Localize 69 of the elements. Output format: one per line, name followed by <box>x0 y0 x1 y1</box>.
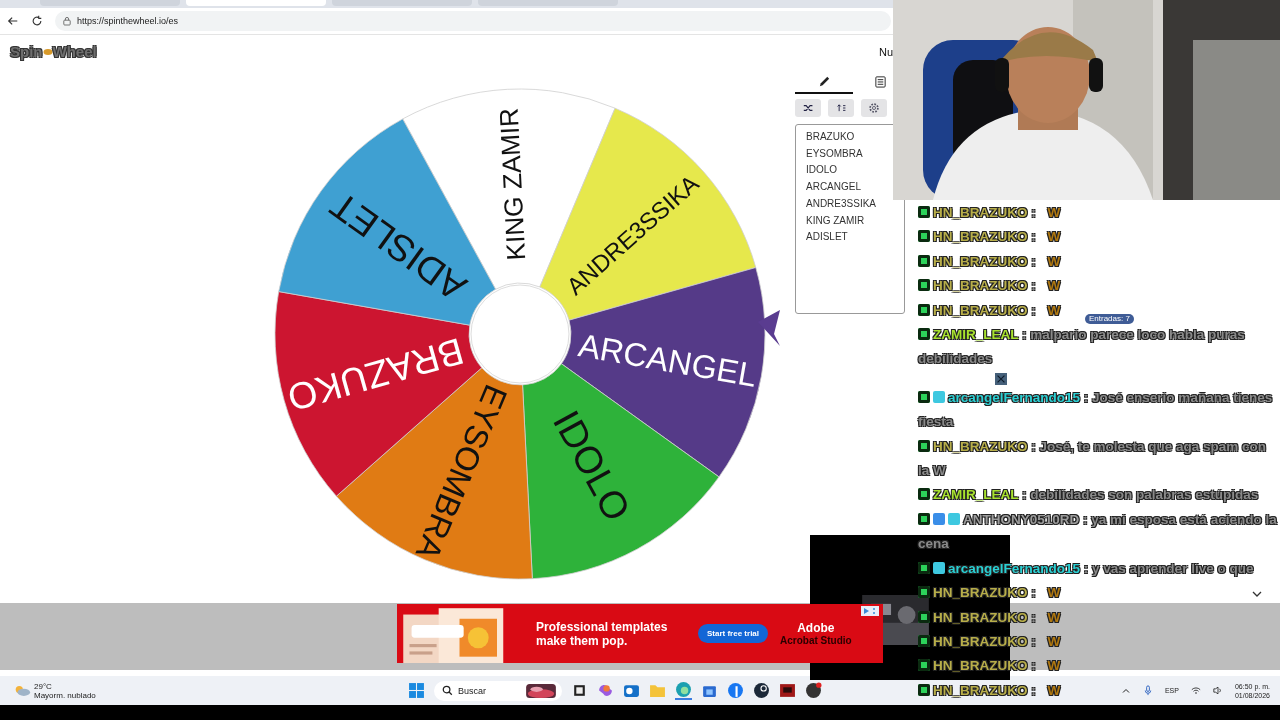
settings-button[interactable] <box>861 99 887 117</box>
site-info-icon[interactable] <box>63 16 71 26</box>
badge-icon <box>918 206 930 218</box>
temperature-text: 29°C <box>34 681 53 691</box>
chat-message: HN_BRAZUKO : W <box>918 249 1061 275</box>
chat-message: arcangelFernando15 : José enserio mañana tienes fiesta <box>918 388 1274 432</box>
pencil-icon <box>817 74 831 88</box>
wheel-slice[interactable] <box>539 107 757 321</box>
pointer-arrow <box>758 310 780 346</box>
reload-icon[interactable] <box>31 15 43 27</box>
wifi-icon[interactable] <box>1190 685 1201 696</box>
close-icon[interactable] <box>995 373 1007 385</box>
social-app-icon[interactable] <box>727 682 744 699</box>
badge-icon <box>918 659 930 672</box>
badge-icon <box>948 512 960 525</box>
search-field[interactable]: Buscar <box>434 680 562 701</box>
browser-icon[interactable] <box>675 681 692 700</box>
badge-icon <box>918 279 930 292</box>
badge-icon <box>918 439 930 452</box>
microphone-icon[interactable] <box>1142 685 1153 696</box>
header-text: Nu <box>878 46 893 58</box>
badge-icon <box>918 586 930 599</box>
wheel-slice[interactable] <box>278 118 496 326</box>
chat-message: HN_BRAZUKO : W <box>918 274 1061 299</box>
game-icon[interactable] <box>779 682 796 699</box>
shuffle-button[interactable] <box>795 99 821 117</box>
sort-icon <box>835 104 847 112</box>
weather-text: Mayorm. nublado <box>34 690 96 700</box>
badge-icon <box>933 390 945 403</box>
record-icon[interactable] <box>805 682 822 699</box>
badge-icon <box>918 512 930 525</box>
mail-icon[interactable] <box>623 682 640 699</box>
badge-icon <box>918 230 930 243</box>
ad-choices-icon[interactable] <box>861 606 879 616</box>
wheel-hub[interactable] <box>470 284 570 384</box>
sort-button[interactable] <box>828 99 854 117</box>
chevron-down-icon[interactable] <box>1252 591 1262 597</box>
chat-message: HN_BRAZUKO : W <box>918 225 1061 250</box>
logo-text[interactable]: Spin <box>10 43 43 60</box>
badge-icon <box>918 303 930 316</box>
settings-icon <box>868 102 880 114</box>
clipboard-icon <box>873 74 887 88</box>
badge-icon <box>918 328 930 341</box>
badge-icon <box>933 512 945 525</box>
address-field[interactable]: https://spinthewheel.io/es <box>55 11 891 31</box>
chat-message: HN_BRAZUKO : W <box>918 201 1061 226</box>
ad-headline: Professional templates make them pop. <box>536 619 669 648</box>
chat-message: ZAMIR_LEAL : malpario parece loco habla puras debilidades <box>918 326 1246 369</box>
product-name: Acrobat Studio <box>780 635 852 646</box>
shuffle-icon <box>802 104 814 112</box>
slice-label: KING ZAMIR <box>493 107 532 262</box>
back-icon[interactable] <box>7 15 19 27</box>
logo-icon <box>42 47 53 56</box>
slice-label: ARCANGEL <box>575 326 760 394</box>
chat-message: ZAMIR_LEAL : debilidades son palabras estúpidas <box>918 483 1259 508</box>
speaker-icon[interactable] <box>1212 685 1223 696</box>
search-icon <box>442 685 453 696</box>
tooltip: Entradas: 7 <box>1085 314 1134 324</box>
chat-message: HN_BRAZUKO : W <box>918 298 1061 324</box>
badge-icon <box>918 390 930 403</box>
trial-button[interactable]: Start free trial <box>698 624 769 643</box>
brand-name: Adobe <box>797 621 835 635</box>
task-view-icon[interactable] <box>571 682 588 699</box>
swirl-icon[interactable] <box>597 682 614 699</box>
windows-logo-icon[interactable] <box>408 682 425 699</box>
chat-message: HN_BRAZUKO : W <box>918 678 1061 704</box>
badge-icon <box>918 254 930 267</box>
badge-icon <box>918 488 930 501</box>
logo-text[interactable]: Wheel <box>52 43 97 60</box>
